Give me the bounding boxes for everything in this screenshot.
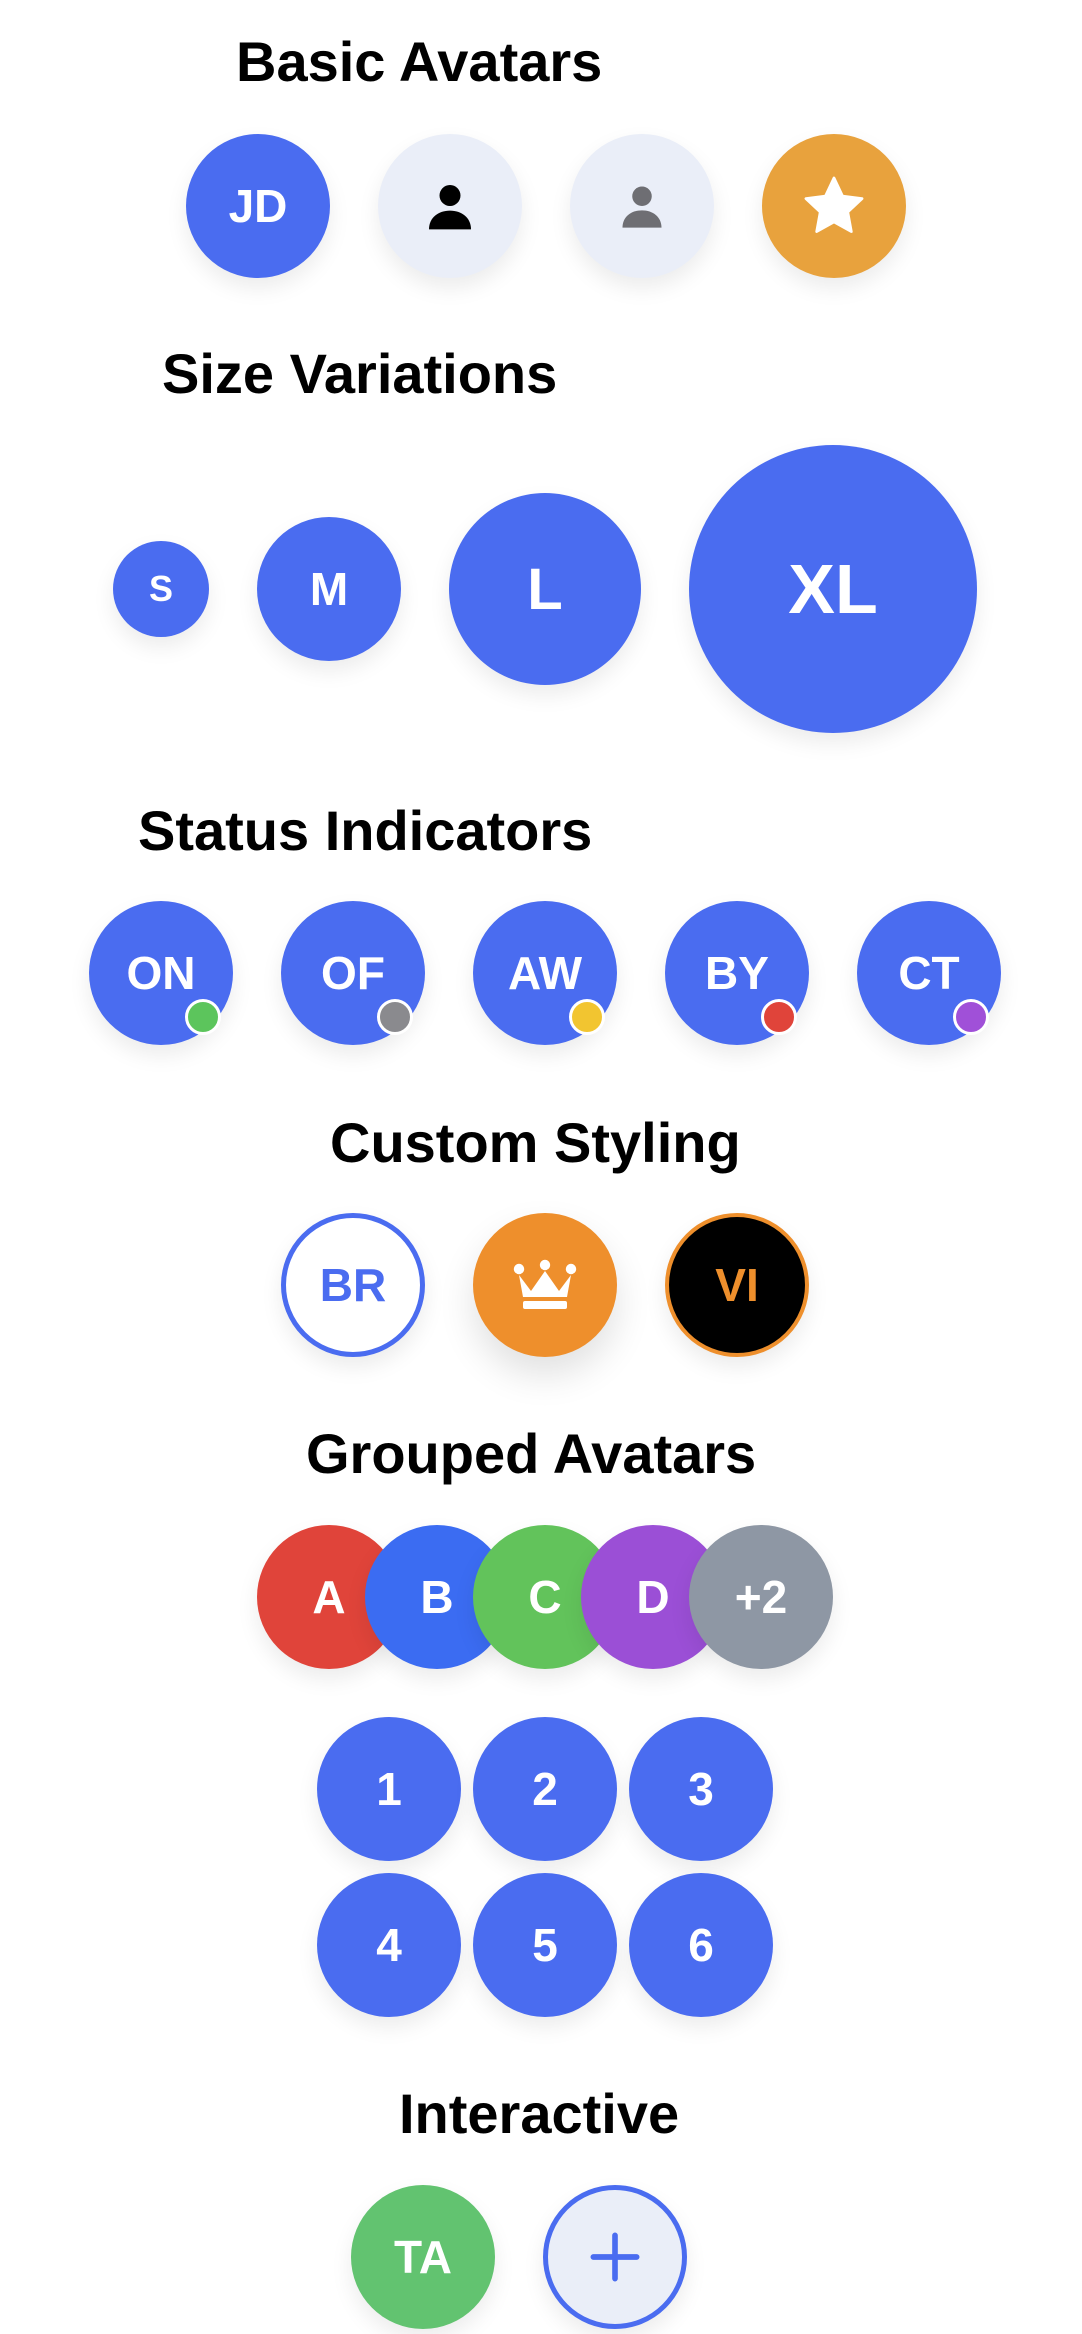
avatar-status-busy[interactable]: BY bbox=[665, 901, 809, 1045]
person-icon bbox=[429, 185, 471, 230]
avatar-star[interactable] bbox=[762, 134, 906, 278]
section-title-grouped: Grouped Avatars bbox=[306, 1422, 757, 1485]
avatar-initials: 2 bbox=[532, 1763, 558, 1815]
avatar-vip[interactable]: VI bbox=[665, 1213, 809, 1357]
avatar-initials: OF bbox=[321, 947, 385, 999]
avatar-initials: VI bbox=[715, 1259, 759, 1311]
avatar-initials: 4 bbox=[376, 1919, 402, 1971]
grid-avatar-1[interactable]: 1 bbox=[317, 1717, 461, 1861]
avatar-jd[interactable]: JD bbox=[186, 134, 330, 278]
status-dot-online bbox=[185, 999, 221, 1035]
avatar-initials: JD bbox=[228, 180, 288, 232]
avatar-crown[interactable] bbox=[473, 1213, 617, 1357]
avatar-initials: XL bbox=[788, 550, 878, 628]
avatar-initials: AW bbox=[507, 947, 583, 999]
avatar-overflow-count: +2 bbox=[734, 1571, 788, 1623]
section-title-status: Status Indicators bbox=[138, 799, 593, 862]
status-dot-offline bbox=[377, 999, 413, 1035]
grid-avatar-6[interactable]: 6 bbox=[629, 1873, 773, 2017]
avatar-placeholder-gray[interactable] bbox=[570, 134, 714, 278]
grid-avatar-3[interactable]: 3 bbox=[629, 1717, 773, 1861]
status-dot-busy bbox=[761, 999, 797, 1035]
avatar-status-custom[interactable]: CT bbox=[857, 901, 1001, 1045]
avatar-initials: S bbox=[148, 568, 173, 609]
star-icon bbox=[804, 176, 864, 233]
avatar-initials: M bbox=[309, 563, 349, 615]
avatar-size-l[interactable]: L bbox=[449, 493, 641, 685]
plus-icon bbox=[590, 2232, 640, 2282]
avatar-initials: TA bbox=[394, 2231, 452, 2283]
grid-avatar-4[interactable]: 4 bbox=[317, 1873, 461, 2017]
avatar-initials: 3 bbox=[688, 1763, 714, 1815]
avatar-size-m[interactable]: M bbox=[257, 517, 401, 661]
grid-avatar-5[interactable]: 5 bbox=[473, 1873, 617, 2017]
person-icon bbox=[622, 186, 662, 228]
avatar-initials: CT bbox=[898, 947, 960, 999]
avatar-initials: BR bbox=[319, 1259, 387, 1311]
section-title-size: Size Variations bbox=[162, 342, 558, 405]
section-title-basic: Basic Avatars bbox=[236, 30, 603, 93]
avatar-initials: C bbox=[528, 1571, 562, 1623]
avatar-status-away[interactable]: AW bbox=[473, 901, 617, 1045]
avatar-initials: 1 bbox=[376, 1763, 402, 1815]
avatar-initials: A bbox=[312, 1571, 346, 1623]
avatar-initials: BY bbox=[705, 947, 769, 999]
avatar-interactive-ta[interactable]: TA bbox=[351, 2185, 495, 2329]
avatar-size-xl[interactable]: XL bbox=[689, 445, 977, 733]
avatar-initials: D bbox=[636, 1571, 670, 1623]
status-dot-custom bbox=[953, 999, 989, 1035]
add-avatar-button[interactable] bbox=[543, 2185, 687, 2329]
avatar-initials: B bbox=[420, 1571, 454, 1623]
avatar-initials: 6 bbox=[688, 1919, 714, 1971]
avatar-initials: L bbox=[527, 556, 563, 622]
group-avatar-overflow[interactable]: +2 bbox=[689, 1525, 833, 1669]
avatar-bordered[interactable]: BR bbox=[281, 1213, 425, 1357]
avatar-placeholder-dark[interactable] bbox=[378, 134, 522, 278]
crown-icon bbox=[513, 1259, 577, 1309]
avatar-initials: ON bbox=[126, 947, 196, 999]
avatar-status-offline[interactable]: OF bbox=[281, 901, 425, 1045]
section-title-custom: Custom Styling bbox=[330, 1111, 741, 1174]
avatar-size-s[interactable]: S bbox=[113, 541, 209, 637]
status-dot-away bbox=[569, 999, 605, 1035]
section-title-interactive: Interactive bbox=[399, 2082, 680, 2145]
grid-avatar-2[interactable]: 2 bbox=[473, 1717, 617, 1861]
avatar-initials: 5 bbox=[532, 1919, 558, 1971]
avatar-status-online[interactable]: ON bbox=[89, 901, 233, 1045]
